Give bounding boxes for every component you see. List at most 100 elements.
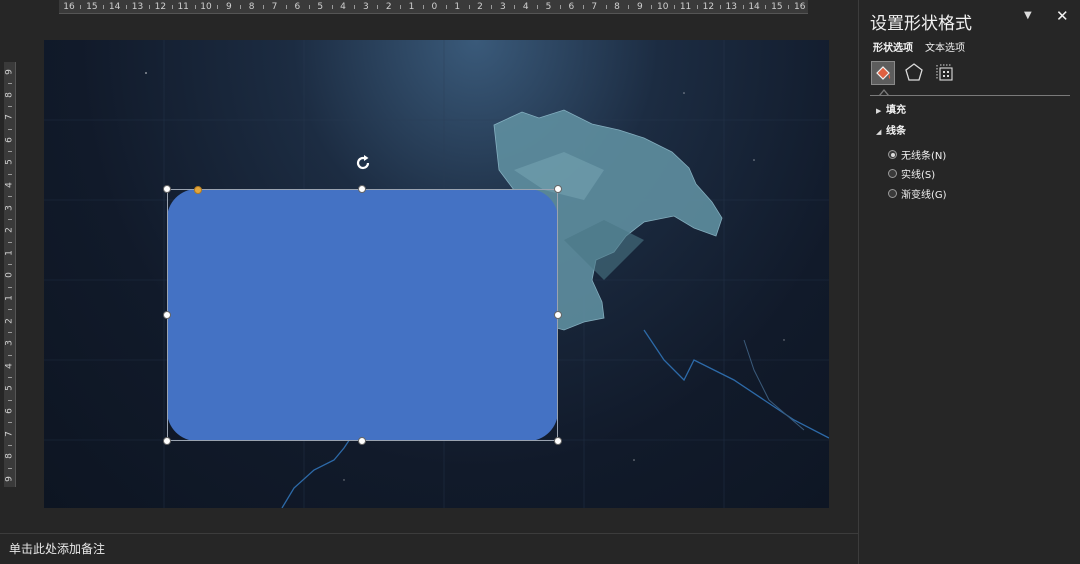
ruler-minor-tick [696,5,698,9]
ruler-tick-label: 8 [248,2,255,12]
horizontal-ruler[interactable]: 16 15 14 13 12 11 10 9 8 7 6 5 4 3 2 1 0 1 2 3 4 5 6 7 8 9 10 11 12 1… [59,0,808,14]
ruler-tick-label: 2 [4,227,15,234]
resize-handle-top-left[interactable] [163,185,171,193]
ruler-minor-tick [8,377,12,379]
powerpoint-window: 16 15 14 13 12 11 10 9 8 7 6 5 4 3 2 1 0 1 2 3 4 5 6 7 8 9 10 11 12 1… [0,0,1080,564]
notes-placeholder[interactable]: 单击此处添加备注 [9,540,105,557]
resize-handle-bottom-left[interactable] [163,437,171,445]
ruler-tick-label: 6 [568,2,575,12]
size-properties-icon[interactable] [934,61,958,85]
ruler-tick-label: 8 [4,91,15,98]
ruler-tick-label: 4 [4,182,15,188]
ruler-tick-label: 5 [4,159,15,166]
ruler-tick-label: 13 [725,2,737,12]
radio-solid-line[interactable]: 实线(S) [888,166,935,181]
ruler-minor-tick [8,445,12,446]
ruler-tick-label: 2 [477,2,483,12]
ruler-tick-label: 4 [4,363,15,369]
resize-handle-top[interactable] [358,185,366,193]
ruler-minor-tick [8,467,12,469]
resize-handle-left[interactable] [163,311,171,319]
ruler-minor-tick [8,83,12,85]
ruler-tick-label: 10 [656,2,669,12]
ruler-minor-tick [400,5,402,9]
ruler-tick-label: 15 [771,2,783,12]
radio-gradient-line[interactable]: 渐变线(G) [888,186,947,201]
ruler-minor-tick [148,5,150,9]
radio-button[interactable] [888,189,897,198]
ruler-tick-label: 12 [702,2,715,12]
notes-pane[interactable]: 单击此处添加备注 [0,533,858,564]
pane-title: 设置形状格式 [870,14,972,34]
radio-button[interactable] [888,169,897,178]
ruler-minor-tick [194,5,196,9]
corner-radius-adjust-handle[interactable] [194,186,202,194]
radio-button-checked[interactable] [888,150,897,159]
slide-canvas[interactable] [44,40,829,508]
ruler-tick-label: 5 [4,385,15,392]
ruler-minor-tick [582,5,584,9]
ruler-tick-label: 9 [225,2,232,12]
ruler-minor-tick [537,5,539,9]
format-shape-pane: 设置形状格式 ▼ ✕ 形状选项 文本选项 ▶ 填充 ◢ 线条 无线条(N) 实线… [858,0,1080,564]
ruler-tick-label: 3 [499,2,506,12]
ruler-minor-tick [8,173,12,175]
ruler-tick-label: 4 [522,2,529,12]
tab-shape-options[interactable]: 形状选项 [873,39,913,54]
pentagon-icon[interactable] [903,61,927,85]
ruler-minor-tick [8,264,12,266]
ruler-tick-label: 3 [4,204,15,211]
ruler-minor-tick [422,5,424,9]
ruler-minor-tick [171,5,173,9]
radio-no-line[interactable]: 无线条(N) [888,147,946,162]
ruler-minor-tick [8,286,12,288]
ruler-minor-tick [605,5,607,9]
ruler-minor-tick [559,5,561,9]
ruler-tick-label: 13 [131,2,144,12]
resize-handle-bottom[interactable] [358,437,366,445]
ruler-minor-tick [674,5,676,9]
ruler-tick-label: 6 [4,408,15,414]
tab-text-options[interactable]: 文本选项 [925,39,965,54]
ruler-tick-label: 16 [63,2,75,12]
resize-handle-right[interactable] [554,311,562,319]
ruler-minor-tick [514,5,516,9]
ruler-minor-tick [126,5,128,9]
ruler-minor-tick [285,5,287,9]
dropdown-caret-icon[interactable]: ▼ [1024,10,1032,21]
vertical-ruler[interactable]: 9 8 7 6 5 4 3 2 1 0 1 2 3 4 5 6 7 8 9 [4,62,16,487]
ruler-tick-label: 2 [385,2,392,12]
ruler-minor-tick [377,5,379,9]
ruler-tick-label: 1 [4,249,15,256]
ruler-minor-tick [331,5,333,9]
ruler-tick-label: 9 [4,69,15,75]
resize-handle-top-right[interactable] [554,185,562,193]
ruler-minor-tick [308,5,310,9]
rounded-rectangle-shape[interactable] [167,189,558,441]
ruler-tick-label: 5 [317,2,324,12]
ruler-minor-tick [8,241,12,243]
ruler-tick-label: 4 [340,2,346,12]
ruler-minor-tick [468,5,470,9]
close-icon[interactable]: ✕ [1056,7,1069,25]
collapse-arrow-icon: ◢ [876,128,882,136]
ruler-tick-label: 3 [362,2,369,12]
resize-handle-bottom-right[interactable] [554,437,562,445]
ruler-tick-label: 2 [4,317,15,324]
ruler-tick-label: 12 [154,2,167,12]
rotate-handle-icon[interactable] [353,153,373,173]
ruler-tick-label: 15 [86,2,98,12]
ruler-tick-label: 11 [679,2,692,12]
ruler-minor-tick [8,331,12,333]
ruler-minor-tick [765,5,767,9]
ruler-tick-label: 1 [454,2,461,12]
ruler-minor-tick [8,309,12,311]
ruler-minor-tick [8,105,12,107]
ruler-minor-tick [80,5,82,9]
ruler-tick-label: 9 [4,476,15,482]
ruler-tick-label: 0 [431,2,438,12]
paint-bucket-icon[interactable] [871,61,895,85]
ruler-tick-label: 3 [4,340,15,347]
section-line[interactable]: ◢ 线条 [876,122,906,137]
section-fill[interactable]: ▶ 填充 [876,101,906,116]
